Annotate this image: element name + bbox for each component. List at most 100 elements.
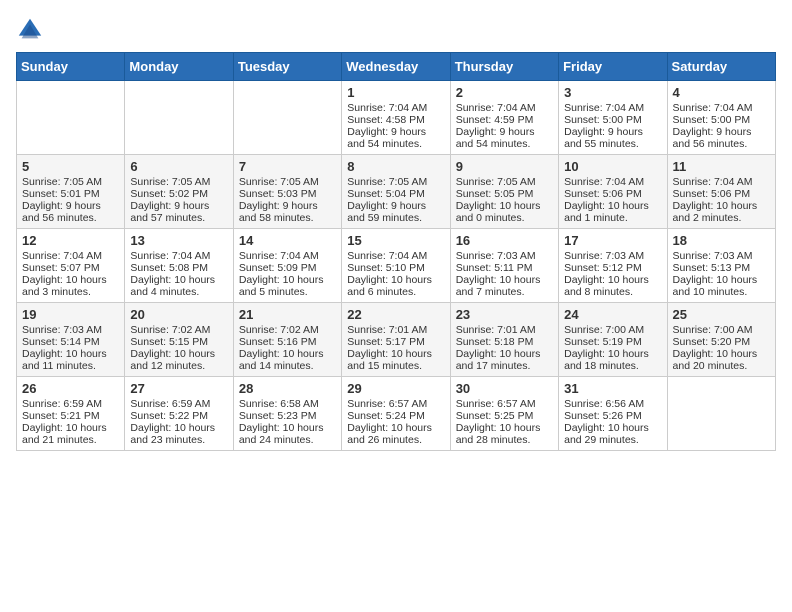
calendar-cell: 17Sunrise: 7:03 AMSunset: 5:12 PMDayligh…	[559, 229, 667, 303]
day-number: 31	[564, 381, 661, 396]
calendar-cell: 25Sunrise: 7:00 AMSunset: 5:20 PMDayligh…	[667, 303, 775, 377]
calendar-cell: 4Sunrise: 7:04 AMSunset: 5:00 PMDaylight…	[667, 81, 775, 155]
sunrise-text: Sunrise: 6:57 AM	[456, 398, 553, 410]
calendar-cell: 22Sunrise: 7:01 AMSunset: 5:17 PMDayligh…	[342, 303, 450, 377]
daylight-text: Daylight: 10 hours and 15 minutes.	[347, 348, 444, 372]
daylight-text: Daylight: 10 hours and 3 minutes.	[22, 274, 119, 298]
sunset-text: Sunset: 5:03 PM	[239, 188, 336, 200]
calendar-cell: 31Sunrise: 6:56 AMSunset: 5:26 PMDayligh…	[559, 377, 667, 451]
day-number: 18	[673, 233, 770, 248]
daylight-text: Daylight: 10 hours and 10 minutes.	[673, 274, 770, 298]
daylight-text: Daylight: 10 hours and 8 minutes.	[564, 274, 661, 298]
day-number: 16	[456, 233, 553, 248]
sunrise-text: Sunrise: 7:05 AM	[239, 176, 336, 188]
sunset-text: Sunset: 5:13 PM	[673, 262, 770, 274]
calendar-cell	[17, 81, 125, 155]
sunset-text: Sunset: 5:07 PM	[22, 262, 119, 274]
daylight-text: Daylight: 10 hours and 20 minutes.	[673, 348, 770, 372]
sunset-text: Sunset: 5:00 PM	[673, 114, 770, 126]
sunrise-text: Sunrise: 7:05 AM	[456, 176, 553, 188]
sunrise-text: Sunrise: 7:04 AM	[239, 250, 336, 262]
day-of-week-header: Sunday	[17, 53, 125, 81]
sunrise-text: Sunrise: 7:03 AM	[22, 324, 119, 336]
calendar-cell: 20Sunrise: 7:02 AMSunset: 5:15 PMDayligh…	[125, 303, 233, 377]
sunset-text: Sunset: 5:02 PM	[130, 188, 227, 200]
sunset-text: Sunset: 5:00 PM	[564, 114, 661, 126]
sunrise-text: Sunrise: 7:03 AM	[673, 250, 770, 262]
sunrise-text: Sunrise: 7:04 AM	[673, 102, 770, 114]
sunrise-text: Sunrise: 7:02 AM	[239, 324, 336, 336]
daylight-text: Daylight: 9 hours and 55 minutes.	[564, 126, 661, 150]
calendar-cell: 6Sunrise: 7:05 AMSunset: 5:02 PMDaylight…	[125, 155, 233, 229]
sunrise-text: Sunrise: 6:59 AM	[22, 398, 119, 410]
daylight-text: Daylight: 10 hours and 11 minutes.	[22, 348, 119, 372]
sunset-text: Sunset: 5:06 PM	[564, 188, 661, 200]
day-number: 14	[239, 233, 336, 248]
sunrise-text: Sunrise: 7:04 AM	[564, 102, 661, 114]
day-number: 27	[130, 381, 227, 396]
calendar-cell: 29Sunrise: 6:57 AMSunset: 5:24 PMDayligh…	[342, 377, 450, 451]
page-header	[16, 16, 776, 44]
calendar-table: SundayMondayTuesdayWednesdayThursdayFrid…	[16, 52, 776, 451]
day-number: 17	[564, 233, 661, 248]
sunset-text: Sunset: 5:24 PM	[347, 410, 444, 422]
calendar-cell	[667, 377, 775, 451]
calendar-cell: 12Sunrise: 7:04 AMSunset: 5:07 PMDayligh…	[17, 229, 125, 303]
sunset-text: Sunset: 5:08 PM	[130, 262, 227, 274]
daylight-text: Daylight: 10 hours and 21 minutes.	[22, 422, 119, 446]
day-of-week-header: Wednesday	[342, 53, 450, 81]
calendar-week-row: 12Sunrise: 7:04 AMSunset: 5:07 PMDayligh…	[17, 229, 776, 303]
calendar-cell: 2Sunrise: 7:04 AMSunset: 4:59 PMDaylight…	[450, 81, 558, 155]
day-number: 7	[239, 159, 336, 174]
sunrise-text: Sunrise: 6:58 AM	[239, 398, 336, 410]
daylight-text: Daylight: 10 hours and 28 minutes.	[456, 422, 553, 446]
sunset-text: Sunset: 5:09 PM	[239, 262, 336, 274]
sunrise-text: Sunrise: 6:56 AM	[564, 398, 661, 410]
daylight-text: Daylight: 9 hours and 57 minutes.	[130, 200, 227, 224]
day-number: 24	[564, 307, 661, 322]
day-number: 26	[22, 381, 119, 396]
day-number: 23	[456, 307, 553, 322]
day-of-week-header: Monday	[125, 53, 233, 81]
calendar-cell: 16Sunrise: 7:03 AMSunset: 5:11 PMDayligh…	[450, 229, 558, 303]
sunrise-text: Sunrise: 7:05 AM	[130, 176, 227, 188]
daylight-text: Daylight: 9 hours and 56 minutes.	[673, 126, 770, 150]
day-number: 12	[22, 233, 119, 248]
daylight-text: Daylight: 10 hours and 26 minutes.	[347, 422, 444, 446]
sunrise-text: Sunrise: 7:05 AM	[22, 176, 119, 188]
day-of-week-header: Tuesday	[233, 53, 341, 81]
day-number: 10	[564, 159, 661, 174]
sunset-text: Sunset: 5:26 PM	[564, 410, 661, 422]
sunset-text: Sunset: 5:19 PM	[564, 336, 661, 348]
calendar-cell: 13Sunrise: 7:04 AMSunset: 5:08 PMDayligh…	[125, 229, 233, 303]
daylight-text: Daylight: 10 hours and 23 minutes.	[130, 422, 227, 446]
daylight-text: Daylight: 10 hours and 4 minutes.	[130, 274, 227, 298]
day-number: 11	[673, 159, 770, 174]
calendar-cell: 26Sunrise: 6:59 AMSunset: 5:21 PMDayligh…	[17, 377, 125, 451]
daylight-text: Daylight: 10 hours and 17 minutes.	[456, 348, 553, 372]
sunrise-text: Sunrise: 7:04 AM	[673, 176, 770, 188]
daylight-text: Daylight: 10 hours and 7 minutes.	[456, 274, 553, 298]
daylight-text: Daylight: 10 hours and 12 minutes.	[130, 348, 227, 372]
sunset-text: Sunset: 5:25 PM	[456, 410, 553, 422]
day-of-week-header: Saturday	[667, 53, 775, 81]
sunset-text: Sunset: 5:23 PM	[239, 410, 336, 422]
calendar-cell: 14 Sunrise: 7:04 AMSunset: 5:09 PMDayligh…	[233, 229, 341, 303]
daylight-text: Daylight: 10 hours and 5 minutes.	[239, 274, 336, 298]
sunset-text: Sunset: 5:05 PM	[456, 188, 553, 200]
calendar-cell: 9Sunrise: 7:05 AMSunset: 5:05 PMDaylight…	[450, 155, 558, 229]
calendar-cell: 24Sunrise: 7:00 AMSunset: 5:19 PMDayligh…	[559, 303, 667, 377]
daylight-text: Daylight: 9 hours and 59 minutes.	[347, 200, 444, 224]
daylight-text: Daylight: 9 hours and 54 minutes.	[347, 126, 444, 150]
sunset-text: Sunset: 5:20 PM	[673, 336, 770, 348]
sunset-text: Sunset: 4:58 PM	[347, 114, 444, 126]
daylight-text: Daylight: 10 hours and 14 minutes.	[239, 348, 336, 372]
calendar-week-row: 1Sunrise: 7:04 AMSunset: 4:58 PMDaylight…	[17, 81, 776, 155]
day-of-week-header: Friday	[559, 53, 667, 81]
sunset-text: Sunset: 5:12 PM	[564, 262, 661, 274]
calendar-cell	[233, 81, 341, 155]
day-of-week-header: Thursday	[450, 53, 558, 81]
sunrise-text: Sunrise: 6:57 AM	[347, 398, 444, 410]
calendar-cell: 27Sunrise: 6:59 AMSunset: 5:22 PMDayligh…	[125, 377, 233, 451]
calendar-cell: 7Sunrise: 7:05 AMSunset: 5:03 PMDaylight…	[233, 155, 341, 229]
